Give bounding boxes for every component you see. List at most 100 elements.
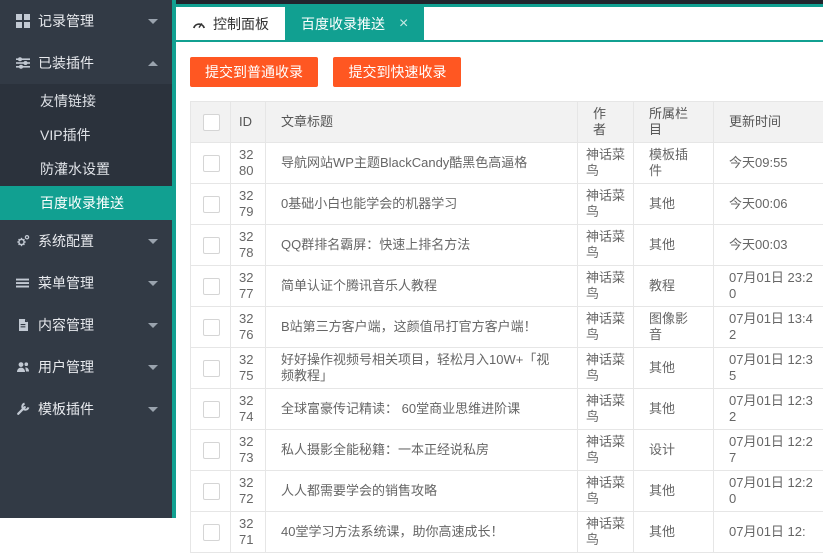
cell-id: 3273	[231, 430, 266, 471]
row-checkbox[interactable]	[203, 360, 220, 377]
cell-category: 教程	[634, 266, 714, 307]
cell-title: QQ群排名霸屏：快速上排名方法	[266, 225, 578, 266]
row-checkbox[interactable]	[203, 442, 220, 459]
cell-title: 0基础小白也能学会的机器学习	[266, 184, 578, 225]
cell-author: 神话菜鸟	[578, 348, 634, 389]
row-checkbox[interactable]	[203, 155, 220, 172]
cell-category: 其他	[634, 471, 714, 512]
close-icon[interactable]: ×	[399, 16, 408, 32]
cell-id: 3274	[231, 389, 266, 430]
cell-id: 3272	[231, 471, 266, 512]
submit-fast-index-button[interactable]: 提交到快速收录	[333, 57, 461, 87]
articles-table-wrap: ID 文章标题 作者 所属栏目 更新时间 3280 导航网站WP主题BlackC…	[190, 101, 823, 553]
sidebar-item-system-config[interactable]: 系统配置	[0, 220, 172, 262]
table-row: 3279 0基础小白也能学会的机器学习 神话菜鸟 其他 今天00:06	[191, 184, 823, 225]
table-header-row: ID 文章标题 作者 所属栏目 更新时间	[191, 102, 823, 143]
row-checkbox[interactable]	[203, 278, 220, 295]
grid-icon	[16, 14, 38, 28]
submit-normal-index-button[interactable]: 提交到普通收录	[190, 57, 318, 87]
cell-author: 神话菜鸟	[578, 225, 634, 266]
cell-category: 图像影音	[634, 307, 714, 348]
cell-author: 神话菜鸟	[578, 184, 634, 225]
cell-title: 全球富豪传记精读： 60堂商业思维进阶课	[266, 389, 578, 430]
row-checkbox[interactable]	[203, 196, 220, 213]
sidebar-subitem-label: 友情链接	[40, 91, 96, 111]
menu-icon	[16, 276, 38, 290]
chevron-down-icon	[148, 19, 158, 24]
sidebar-subitem-label: 防灌水设置	[40, 159, 110, 179]
sidebar-subitem-label: VIP插件	[40, 125, 91, 145]
cell-time: 07月01日 12:32	[714, 389, 823, 430]
col-header-author: 作者	[578, 102, 634, 143]
table-row: 3280 导航网站WP主题BlackCandy酷黑色高逼格 神话菜鸟 模板插件 …	[191, 143, 823, 184]
row-checkbox[interactable]	[203, 401, 220, 418]
sidebar-item-vip-plugin[interactable]: VIP插件	[0, 118, 172, 152]
cell-id: 3276	[231, 307, 266, 348]
cell-time: 07月01日 23:20	[714, 266, 823, 307]
cell-author: 神话菜鸟	[578, 307, 634, 348]
sidebar-item-label: 用户管理	[38, 357, 148, 377]
sidebar-item-user-manage[interactable]: 用户管理	[0, 346, 172, 388]
tab-baidu-push[interactable]: 百度收录推送 ×	[285, 7, 424, 40]
table-row: 3272 人人都需要学会的销售攻略 神话菜鸟 其他 07月01日 12:20	[191, 471, 823, 512]
cell-category: 其他	[634, 348, 714, 389]
chevron-down-icon	[148, 323, 158, 328]
cell-id: 3279	[231, 184, 266, 225]
row-checkbox[interactable]	[203, 237, 220, 254]
cell-time: 07月01日 12:27	[714, 430, 823, 471]
sidebar-item-menu-manage[interactable]: 菜单管理	[0, 262, 172, 304]
sidebar-item-friend-links[interactable]: 友情链接	[0, 84, 172, 118]
cell-id: 3275	[231, 348, 266, 389]
cell-author: 神话菜鸟	[578, 430, 634, 471]
sliders-icon	[16, 56, 38, 70]
tab-dashboard[interactable]: 控制面板	[176, 7, 285, 40]
chevron-down-icon	[148, 281, 158, 286]
sidebar-item-label: 已装插件	[38, 53, 148, 73]
sidebar-item-installed-plugins[interactable]: 已装插件	[0, 42, 172, 84]
cell-title: 简单认证个腾讯音乐人教程	[266, 266, 578, 307]
chevron-down-icon	[148, 239, 158, 244]
sidebar-item-anti-spam-settings[interactable]: 防灌水设置	[0, 152, 172, 186]
cell-category: 模板插件	[634, 143, 714, 184]
chevron-up-icon	[148, 61, 158, 66]
tab-content: 提交到普通收录 提交到快速收录 ID 文章标题 作者 所属栏目 更新时间	[176, 42, 823, 553]
sidebar-item-baidu-push[interactable]: 百度收录推送	[0, 186, 172, 220]
col-header-category: 所属栏目	[634, 102, 714, 143]
row-checkbox[interactable]	[203, 524, 220, 541]
col-header-title: 文章标题	[266, 102, 578, 143]
sidebar-item-label: 菜单管理	[38, 273, 148, 293]
chevron-down-icon	[148, 365, 158, 370]
users-icon	[16, 360, 38, 374]
tab-label: 百度收录推送	[301, 14, 385, 34]
sidebar-item-template-plugin[interactable]: 模板插件	[0, 388, 172, 430]
sidebar-item-content-manage[interactable]: 内容管理	[0, 304, 172, 346]
select-all-checkbox[interactable]	[203, 114, 220, 131]
cell-category: 其他	[634, 184, 714, 225]
sidebar-subitem-label: 百度收录推送	[40, 193, 124, 213]
cell-author: 神话菜鸟	[578, 389, 634, 430]
sidebar-item-label: 系统配置	[38, 231, 148, 251]
cell-title: B站第三方客户端，这颜值吊打官方客户端！	[266, 307, 578, 348]
table-row: 3278 QQ群排名霸屏：快速上排名方法 神话菜鸟 其他 今天00:03	[191, 225, 823, 266]
sidebar-item-record-manage[interactable]: 记录管理	[0, 0, 172, 42]
cell-time: 07月01日 13:42	[714, 307, 823, 348]
file-icon	[16, 318, 38, 332]
sidebar-item-label: 记录管理	[38, 11, 148, 31]
cell-category: 其他	[634, 389, 714, 430]
cogs-icon	[16, 234, 38, 248]
cell-title: 人人都需要学会的销售攻略	[266, 471, 578, 512]
row-checkbox[interactable]	[203, 483, 220, 500]
chevron-down-icon	[148, 407, 158, 412]
cell-time: 今天00:06	[714, 184, 823, 225]
cell-title: 导航网站WP主题BlackCandy酷黑色高逼格	[266, 143, 578, 184]
main-area: 控制面板 百度收录推送 × 提交到普通收录 提交到快速收录 ID 文章标题	[176, 4, 823, 514]
cell-id: 3278	[231, 225, 266, 266]
cell-title: 好好操作视频号相关项目，轻松月入10W+「视频教程」	[266, 348, 578, 389]
table-row: 3276 B站第三方客户端，这颜值吊打官方客户端！ 神话菜鸟 图像影音 07月0…	[191, 307, 823, 348]
row-checkbox[interactable]	[203, 319, 220, 336]
table-row: 3273 私人摄影全能秘籍：一本正经说私房 神话菜鸟 设计 07月01日 12:…	[191, 430, 823, 471]
table-row: 3274 全球富豪传记精读： 60堂商业思维进阶课 神话菜鸟 其他 07月01日…	[191, 389, 823, 430]
wrench-icon	[16, 402, 38, 416]
sidebar: 记录管理 已装插件 友情链接 VIP插件 防灌水设置 百度收录推送 系统配置	[0, 0, 172, 518]
cell-time: 今天09:55	[714, 143, 823, 184]
